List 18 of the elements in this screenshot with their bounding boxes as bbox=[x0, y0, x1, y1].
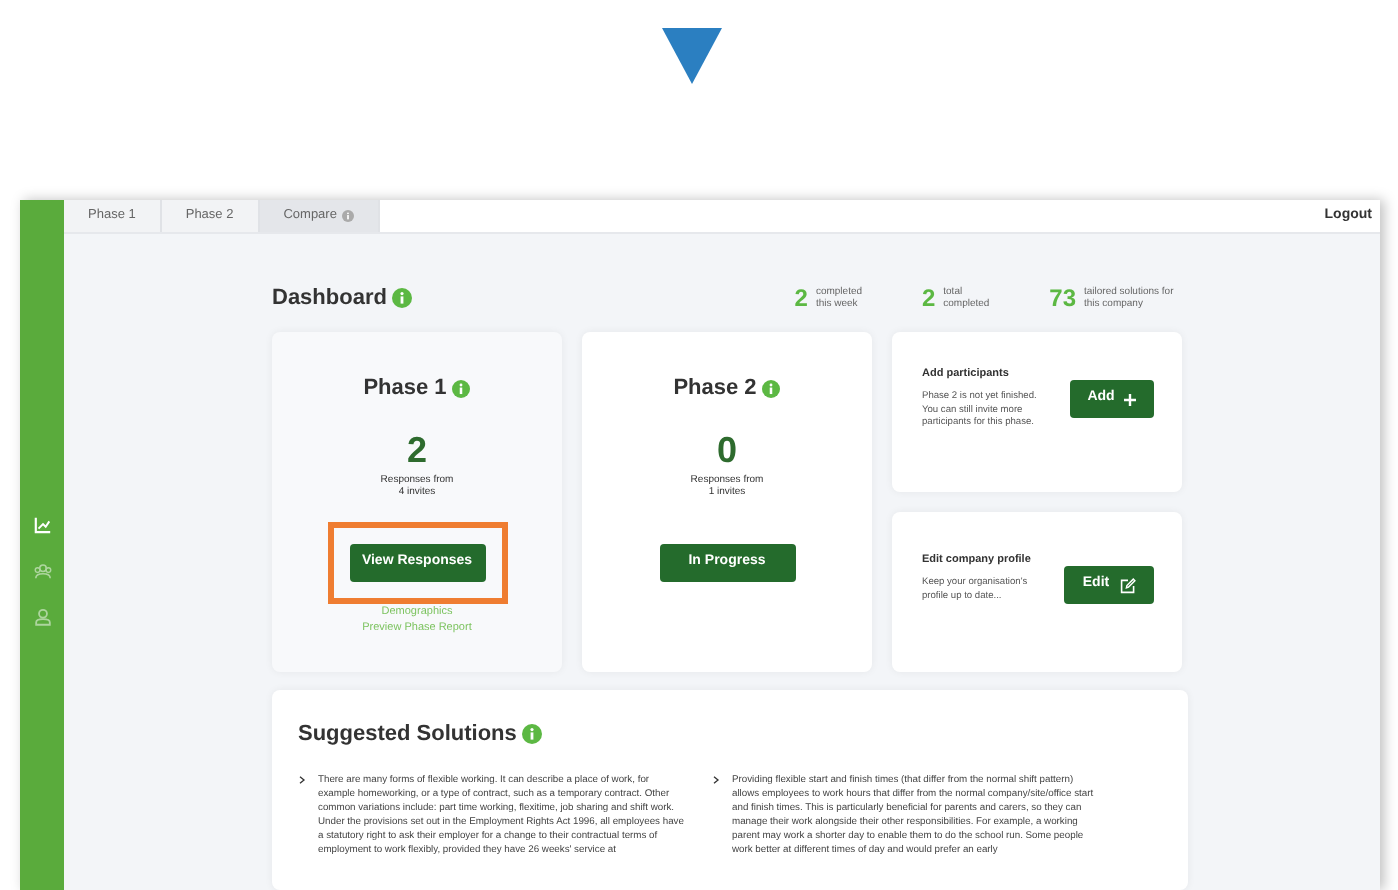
solutions-title: Suggested Solutions bbox=[298, 720, 517, 750]
plus-icon bbox=[1124, 393, 1137, 405]
info-icon[interactable] bbox=[342, 210, 355, 222]
stat-value: 2 bbox=[921, 282, 936, 316]
phase-title: Phase 2 bbox=[673, 374, 757, 404]
phase-title: Phase 1 bbox=[363, 374, 447, 404]
down-triangle-icon bbox=[661, 28, 721, 84]
dashboard-title: Dashboard bbox=[272, 283, 387, 314]
response-count: 2 bbox=[406, 429, 427, 469]
response-count: 0 bbox=[716, 429, 737, 469]
stat-value: 2 bbox=[794, 282, 808, 316]
info-icon[interactable] bbox=[392, 288, 413, 308]
info-icon[interactable] bbox=[452, 379, 471, 398]
stat-value: 73 bbox=[1049, 282, 1076, 316]
info-icon[interactable] bbox=[762, 379, 781, 398]
chart-icon[interactable] bbox=[33, 516, 51, 534]
edit-icon bbox=[1119, 577, 1136, 593]
info-icon[interactable] bbox=[522, 724, 543, 745]
